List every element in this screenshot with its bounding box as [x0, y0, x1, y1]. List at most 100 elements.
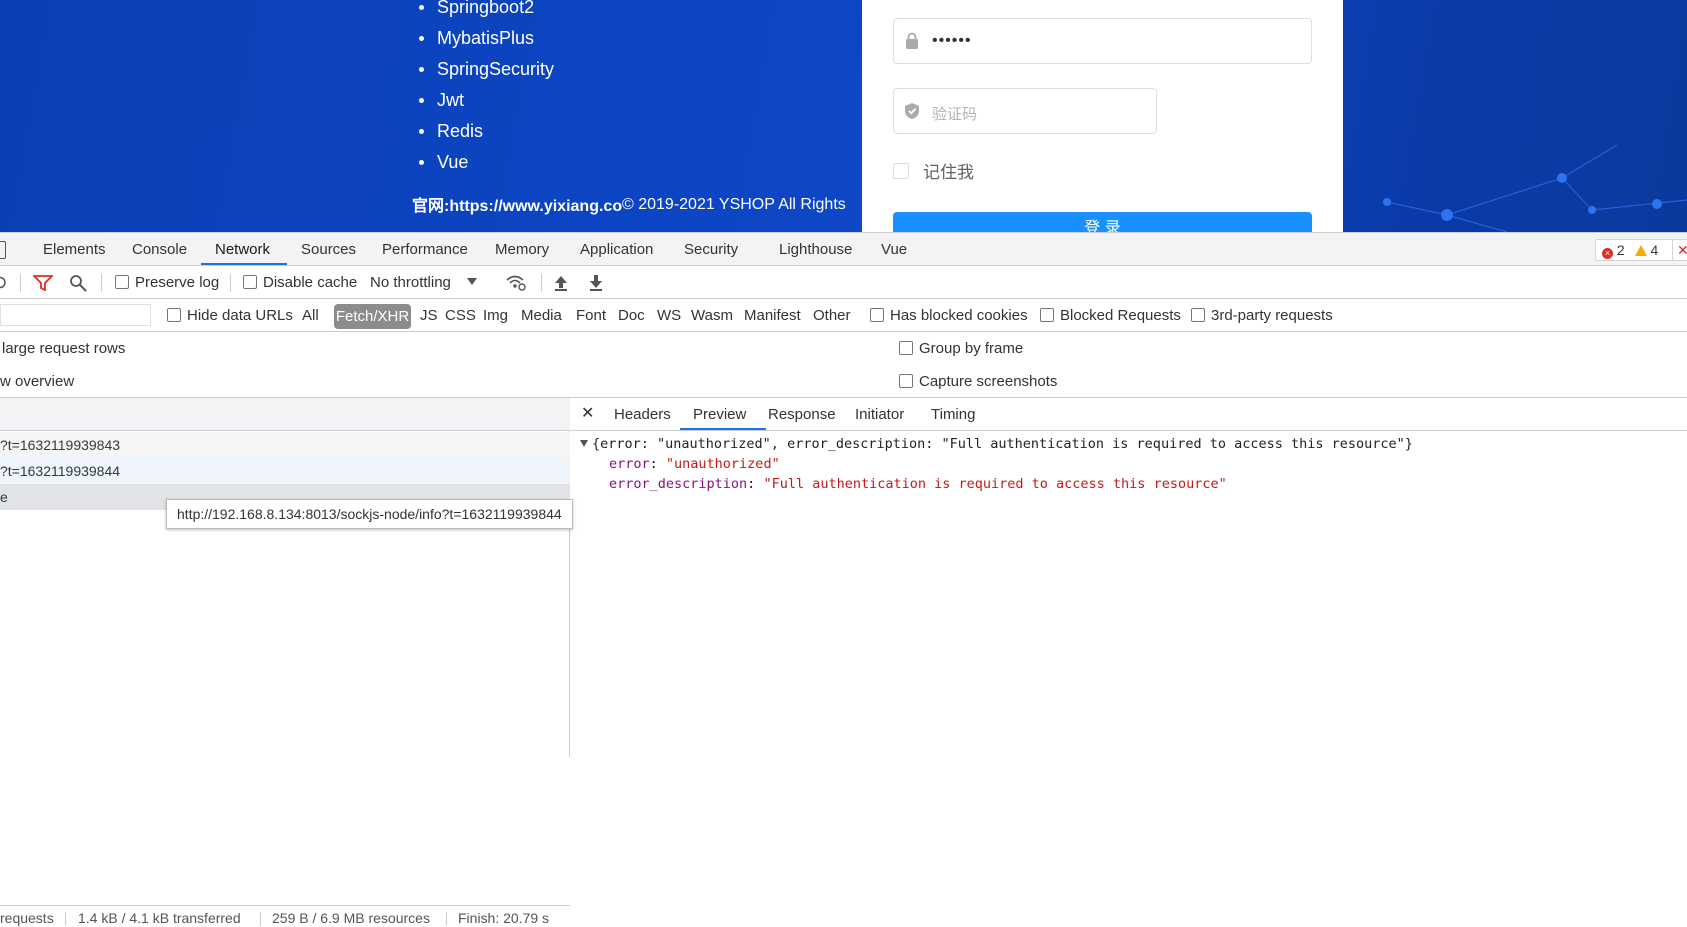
filter-bar: Hide data URLs All Fetch/XHR JS CSS Img …	[0, 299, 1687, 332]
type-filter-font[interactable]: Font	[576, 299, 606, 332]
divider	[101, 274, 102, 292]
network-decoration	[1383, 144, 1687, 232]
json-summary-line[interactable]: {error: "unauthorized", error_descriptio…	[571, 434, 1413, 454]
large-request-rows-label[interactable]: large request rows	[2, 332, 125, 365]
disable-cache-label: Disable cache	[263, 274, 358, 291]
tab-response[interactable]: Response	[768, 398, 836, 431]
checkbox-box[interactable]	[1191, 308, 1205, 322]
tab-initiator[interactable]: Initiator	[855, 398, 904, 431]
warning-count: 4	[1650, 242, 1659, 258]
close-icon[interactable]: ✕	[1672, 239, 1687, 261]
official-site-link[interactable]: 官网:https://www.yixiang.co	[412, 192, 622, 216]
json-summary: {error: "unauthorized", error_descriptio…	[592, 436, 1413, 452]
table-row[interactable]: ?t=1632119939843	[0, 432, 570, 458]
third-party-requests-checkbox[interactable]: 3rd-party requests	[1191, 299, 1333, 332]
type-filter-img[interactable]: Img	[483, 299, 508, 332]
captcha-placeholder: 验证码	[932, 106, 978, 123]
dock-icon[interactable]	[0, 241, 6, 259]
remember-me-checkbox[interactable]: 记住我	[893, 158, 974, 183]
checkbox-box[interactable]	[899, 341, 913, 355]
tab-application[interactable]: Application	[580, 233, 653, 266]
list-item: Redis	[417, 116, 554, 147]
type-filter-js[interactable]: JS	[420, 299, 438, 332]
checkbox-box[interactable]	[243, 275, 257, 289]
active-tab-indicator	[680, 428, 766, 430]
show-overview-label[interactable]: w overview	[0, 365, 74, 398]
divider	[230, 274, 231, 292]
export-har-icon[interactable]	[588, 274, 604, 292]
type-filter-all[interactable]: All	[302, 299, 319, 332]
error-count: 2	[1616, 242, 1625, 258]
password-value: ••••••	[932, 32, 972, 49]
type-filter-doc[interactable]: Doc	[618, 299, 645, 332]
json-property: error_description: "Full authentication …	[609, 476, 1227, 492]
throttling-select[interactable]: No throttling	[370, 266, 477, 299]
has-blocked-cookies-checkbox[interactable]: Has blocked cookies	[870, 299, 1028, 332]
expand-triangle-icon[interactable]	[580, 440, 588, 447]
tab-network[interactable]: Network	[215, 233, 270, 266]
type-filter-manifest[interactable]: Manifest	[744, 299, 801, 332]
type-filter-fetch-xhr[interactable]: Fetch/XHR	[334, 304, 411, 329]
type-filter-css[interactable]: CSS	[445, 299, 476, 332]
request-count: requests	[0, 910, 54, 926]
type-filter-other[interactable]: Other	[813, 299, 851, 332]
detail-tabbar: ✕ Headers Preview Response Initiator Tim…	[571, 398, 1687, 431]
checkbox-box[interactable]	[899, 374, 913, 388]
network-conditions-icon[interactable]	[505, 274, 527, 292]
tab-elements[interactable]: Elements	[43, 233, 106, 266]
network-status-bar: requests 1.4 kB / 4.1 kB transferred 259…	[0, 905, 570, 927]
error-icon: ×	[1602, 248, 1613, 259]
request-list-pane: ?t=1632119939843 ?t=1632119939844 e requ…	[0, 398, 570, 926]
disable-cache-checkbox[interactable]: Disable cache	[243, 266, 357, 299]
filter-icon[interactable]	[33, 275, 53, 291]
tab-preview[interactable]: Preview	[693, 398, 746, 431]
json-value: "unauthorized"	[665, 456, 780, 472]
list-item: SpringSecurity	[417, 54, 554, 85]
login-button-label: 登 录	[1084, 220, 1121, 232]
checkbox-box[interactable]	[167, 308, 181, 322]
tab-sources[interactable]: Sources	[301, 233, 356, 266]
shield-check-icon	[905, 103, 919, 119]
list-item: MybatisPlus	[417, 23, 554, 54]
preserve-log-checkbox[interactable]: Preserve log	[115, 266, 219, 299]
chevron-down-icon	[466, 278, 477, 285]
type-filter-ws[interactable]: WS	[657, 299, 681, 332]
type-filter-media[interactable]: Media	[521, 299, 562, 332]
divider	[65, 912, 66, 926]
tab-timing[interactable]: Timing	[931, 398, 975, 431]
tab-lighthouse[interactable]: Lighthouse	[779, 233, 852, 266]
table-row[interactable]: ?t=1632119939844	[0, 458, 570, 484]
captcha-field[interactable]: 验证码	[893, 88, 1157, 134]
hide-data-urls-checkbox[interactable]: Hide data URLs	[167, 299, 293, 332]
blocked-requests-checkbox[interactable]: Blocked Requests	[1040, 299, 1181, 332]
tab-security[interactable]: Security	[684, 233, 738, 266]
filter-input[interactable]	[0, 304, 151, 326]
capture-screenshots-label: Capture screenshots	[919, 373, 1058, 390]
resources-size: 259 B / 6.9 MB resources	[272, 910, 430, 926]
password-field[interactable]: ••••••	[893, 18, 1312, 64]
divider	[446, 912, 447, 926]
login-button[interactable]: 登 录	[893, 212, 1312, 232]
lock-icon	[906, 32, 918, 49]
group-by-frame-checkbox[interactable]: Group by frame	[899, 332, 1023, 365]
request-detail-pane: ✕ Headers Preview Response Initiator Tim…	[571, 398, 1687, 757]
copyright-text: © 2019-2021 YSHOP All Rights	[622, 196, 846, 213]
checkbox-box[interactable]	[870, 308, 884, 322]
checkbox-box[interactable]	[1040, 308, 1054, 322]
record-icon[interactable]	[0, 276, 7, 289]
tab-vue[interactable]: Vue	[881, 233, 907, 266]
tech-stack-list: Springboot2 MybatisPlus SpringSecurity J…	[417, 0, 554, 178]
import-har-icon[interactable]	[553, 274, 569, 292]
tab-headers[interactable]: Headers	[614, 398, 671, 431]
tab-console[interactable]: Console	[132, 233, 187, 266]
close-icon[interactable]: ✕	[581, 398, 594, 429]
type-filter-wasm[interactable]: Wasm	[691, 299, 733, 332]
request-list-header	[0, 398, 570, 431]
capture-screenshots-checkbox[interactable]: Capture screenshots	[899, 365, 1057, 398]
tab-memory[interactable]: Memory	[495, 233, 549, 266]
checkbox-box[interactable]	[893, 162, 909, 179]
checkbox-box[interactable]	[115, 275, 129, 289]
login-page-background: Springboot2 MybatisPlus SpringSecurity J…	[0, 0, 1687, 232]
tab-performance[interactable]: Performance	[382, 233, 468, 266]
search-icon[interactable]	[69, 274, 87, 292]
